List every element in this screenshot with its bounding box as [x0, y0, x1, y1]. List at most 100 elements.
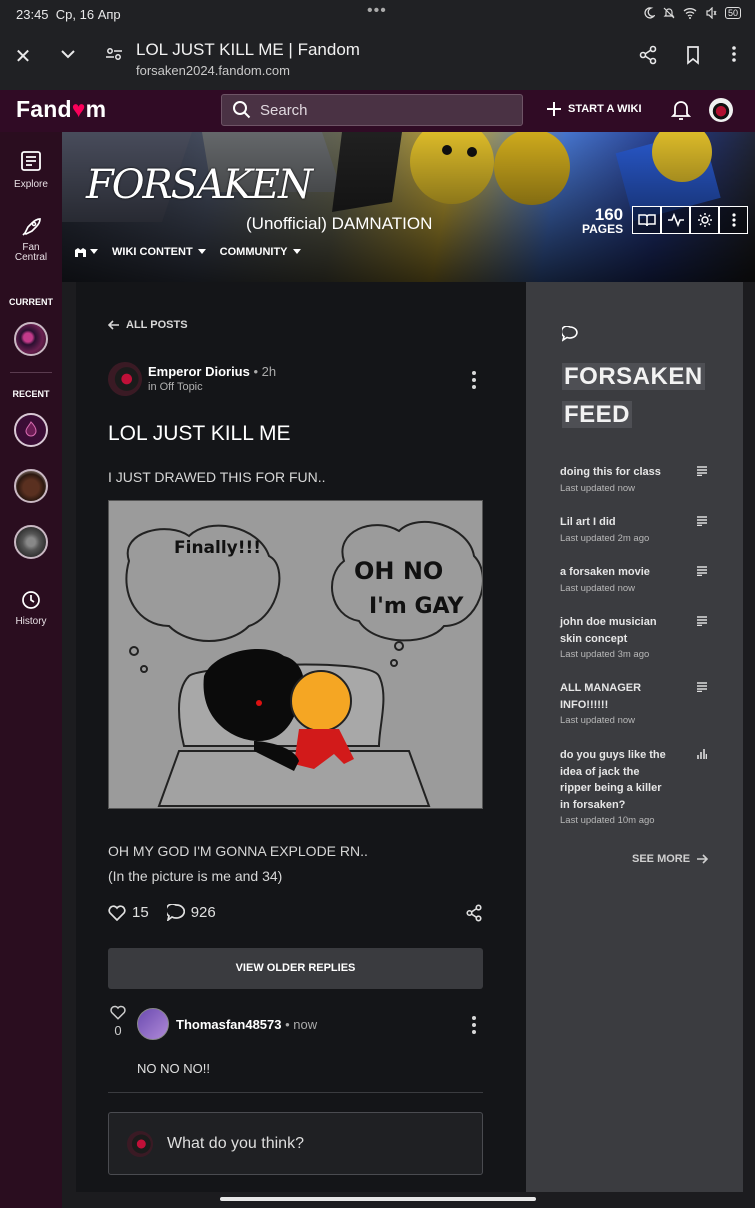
pages-count: 160 PAGES [582, 205, 624, 236]
post-body-text: I JUST DRAWED THIS FOR FUN.. [108, 469, 326, 485]
search-input[interactable]: Search [221, 94, 523, 126]
author-avatar[interactable] [108, 362, 142, 396]
post-options-icon[interactable] [472, 371, 476, 389]
feed-item-title: ALL MANAGER INFO!!!!!! [560, 682, 642, 711]
text-icon [697, 682, 707, 692]
search-placeholder: Search [260, 102, 308, 119]
reply-options-icon[interactable] [472, 1016, 476, 1034]
rail-history[interactable]: History [0, 590, 62, 627]
status-bar: 23:45 Ср, 16 Апр ••• 50 [0, 0, 755, 28]
feed-item[interactable]: Lil art I did Last updated 2m ago [560, 514, 730, 544]
wiki-header: FORSAKEN (Unofficial) DAMNATION 160 PAGES… [62, 132, 755, 282]
post-author[interactable]: Emperor Diorius • 2h [148, 364, 276, 379]
all-posts-link[interactable]: ALL POSTS [108, 319, 188, 331]
text-icon [697, 516, 707, 526]
fandom-flame-icon [25, 421, 37, 437]
rail-history-label: History [15, 616, 47, 627]
see-more-link[interactable]: SEE MORE [632, 853, 709, 865]
wiki-tools [632, 206, 748, 234]
feed-item-title: do you guys like the idea of jack the ri… [560, 749, 666, 811]
text-icon [697, 566, 707, 576]
feed-item-title: doing this for class [560, 466, 661, 478]
activity-icon[interactable] [661, 206, 690, 234]
svg-text:I'm GAY: I'm GAY [369, 594, 464, 619]
explore-icon [21, 151, 41, 171]
composer-placeholder: What do you think? [167, 1135, 304, 1152]
overflow-menu-icon[interactable] [722, 45, 746, 69]
discuss-book-icon[interactable] [632, 206, 661, 234]
feed-item[interactable]: do you guys like the idea of jack the ri… [560, 747, 730, 826]
chevron-down-icon[interactable] [56, 45, 80, 69]
wiki-content-menu[interactable]: WIKI CONTENT [112, 246, 206, 258]
feed-item[interactable]: doing this for class Last updated now [560, 464, 730, 494]
start-a-wiki-button[interactable]: START A WIKI [546, 101, 642, 117]
reply-time: now [293, 1017, 318, 1032]
feed-item-updated: Last updated now [560, 582, 636, 594]
heart-icon [110, 1005, 126, 1020]
reply-author[interactable]: Thomasfan48573 • now [176, 1017, 317, 1032]
left-rail: Explore Fan Central CURRENT RECENT Histo… [0, 132, 62, 1208]
page-title: LOL JUST KILL ME | Fandom [136, 40, 360, 59]
recent-wiki-avatar-2[interactable] [14, 469, 48, 503]
rocket-icon [22, 218, 41, 236]
post-image[interactable]: Finally!!! OH NO I'm GAY [108, 500, 483, 809]
share-post-icon[interactable] [465, 904, 483, 922]
reply-composer[interactable]: What do you think? [108, 1112, 483, 1175]
home-indicator[interactable] [220, 1197, 536, 1201]
wiki-home-icon[interactable] [74, 247, 98, 258]
feed-item-updated: Last updated 3m ago [560, 649, 650, 660]
current-wiki-avatar[interactable] [14, 322, 48, 356]
reply-like-button[interactable]: 0 [108, 1005, 128, 1038]
feed-item[interactable]: ALL MANAGER INFO!!!!!! Last updated now [560, 680, 730, 726]
rail-fan-central[interactable]: Fan Central [0, 216, 62, 263]
notifications-bell-icon[interactable] [671, 98, 691, 122]
wiki-name[interactable]: (Unofficial) DAMNATION [246, 214, 432, 234]
rail-explore-label: Explore [14, 179, 48, 190]
fandom-global-nav: Fand♥m Search START A WIKI [0, 90, 755, 132]
feed-item-updated: Last updated 10m ago [560, 815, 655, 826]
feed-item[interactable]: john doe musician skin concept Last upda… [560, 614, 730, 660]
theme-toggle-sun-icon[interactable] [690, 206, 719, 234]
page-url[interactable]: forsaken2024.fandom.com [136, 63, 290, 78]
reply-author-avatar[interactable] [137, 1008, 169, 1040]
search-icon [233, 101, 251, 119]
rail-fan-central-label: Fan Central [14, 242, 48, 263]
feed-item[interactable]: a forsaken movie Last updated now [560, 564, 730, 594]
moon-icon [644, 7, 655, 19]
text-icon [697, 616, 707, 626]
rail-recent-label: RECENT [12, 389, 50, 399]
bookmark-icon[interactable] [681, 45, 705, 69]
recent-wiki-fandom-avatar[interactable] [14, 413, 48, 447]
discussion-post: ALL POSTS Emperor Diorius • 2h in Off To… [76, 282, 526, 1192]
post-category[interactable]: in Off Topic [148, 381, 203, 393]
close-icon[interactable]: ✕ [11, 45, 35, 69]
post-time: 2h [261, 364, 277, 379]
wiki-wordmark[interactable]: FORSAKEN [86, 162, 313, 208]
drawing-illustration: Finally!!! OH NO I'm GAY [109, 501, 482, 808]
feed-item-title: Lil art I did [560, 516, 616, 528]
recent-wiki-avatar-3[interactable] [14, 525, 48, 559]
feed-title: FORSAKEN FEED [562, 363, 705, 428]
mute-bell-icon [663, 7, 675, 19]
history-clock-icon [22, 591, 40, 609]
poll-icon [697, 749, 707, 759]
wiki-more-icon[interactable] [719, 206, 748, 234]
rail-current-label: CURRENT [9, 297, 53, 307]
community-menu[interactable]: COMMUNITY [220, 246, 301, 258]
post-body-line-2: (In the picture is me and 34) [108, 868, 283, 884]
composer-avatar [127, 1131, 153, 1157]
post-body-text-2: OH MY GOD I'M GONNA EXPLODE RN.. (In the… [108, 839, 368, 889]
like-button[interactable]: 15 [108, 904, 149, 921]
view-older-replies-button[interactable]: VIEW OLDER REPLIES [108, 948, 483, 989]
user-avatar[interactable] [709, 98, 733, 122]
plus-icon [547, 102, 561, 116]
rail-explore[interactable]: Explore [0, 150, 62, 190]
arrow-right-icon [697, 854, 709, 864]
comments-button[interactable]: 926 [166, 904, 216, 921]
fandom-logo[interactable]: Fand♥m [16, 96, 106, 123]
reply-divider [108, 1092, 483, 1093]
site-settings-icon[interactable] [102, 45, 126, 69]
share-icon[interactable] [636, 45, 660, 69]
comments-count: 926 [190, 904, 216, 921]
text-icon [697, 466, 707, 476]
